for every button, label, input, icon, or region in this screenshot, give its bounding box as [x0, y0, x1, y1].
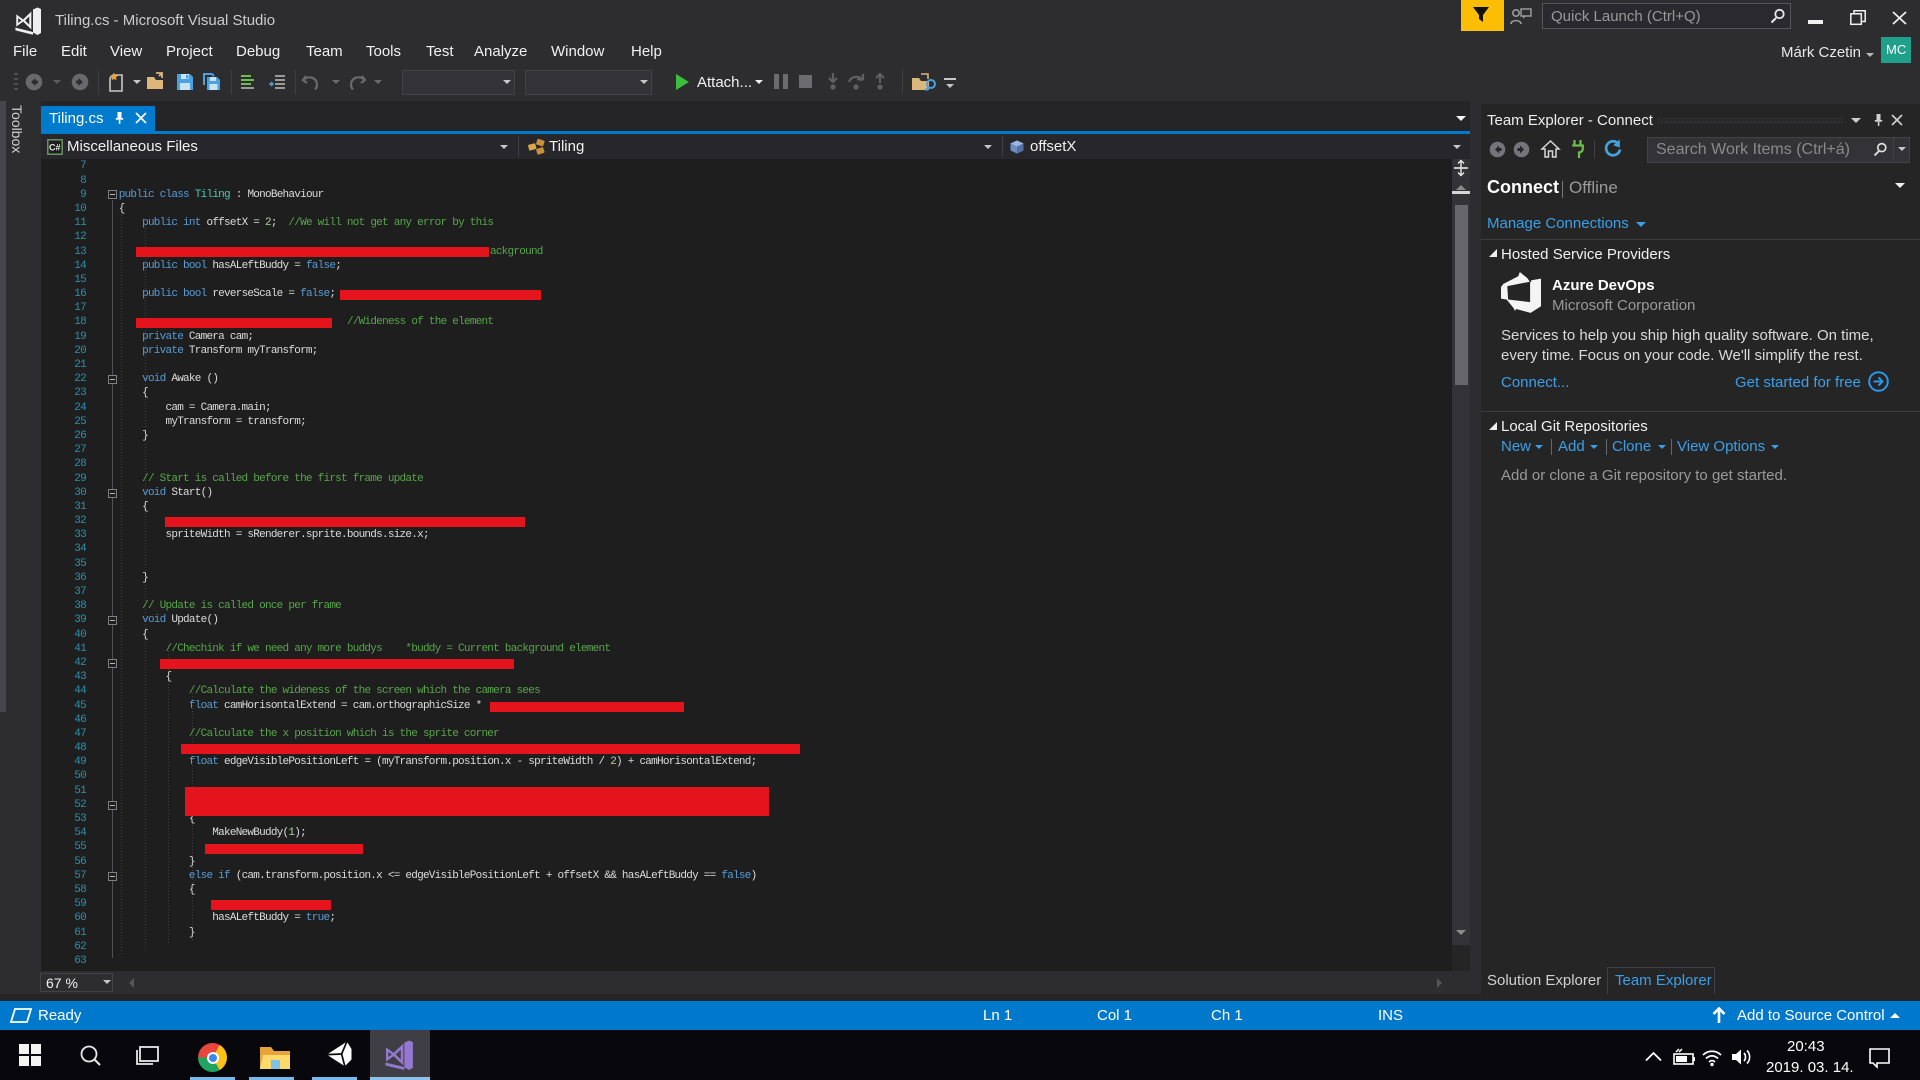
svg-text:C#: C# [49, 143, 61, 153]
